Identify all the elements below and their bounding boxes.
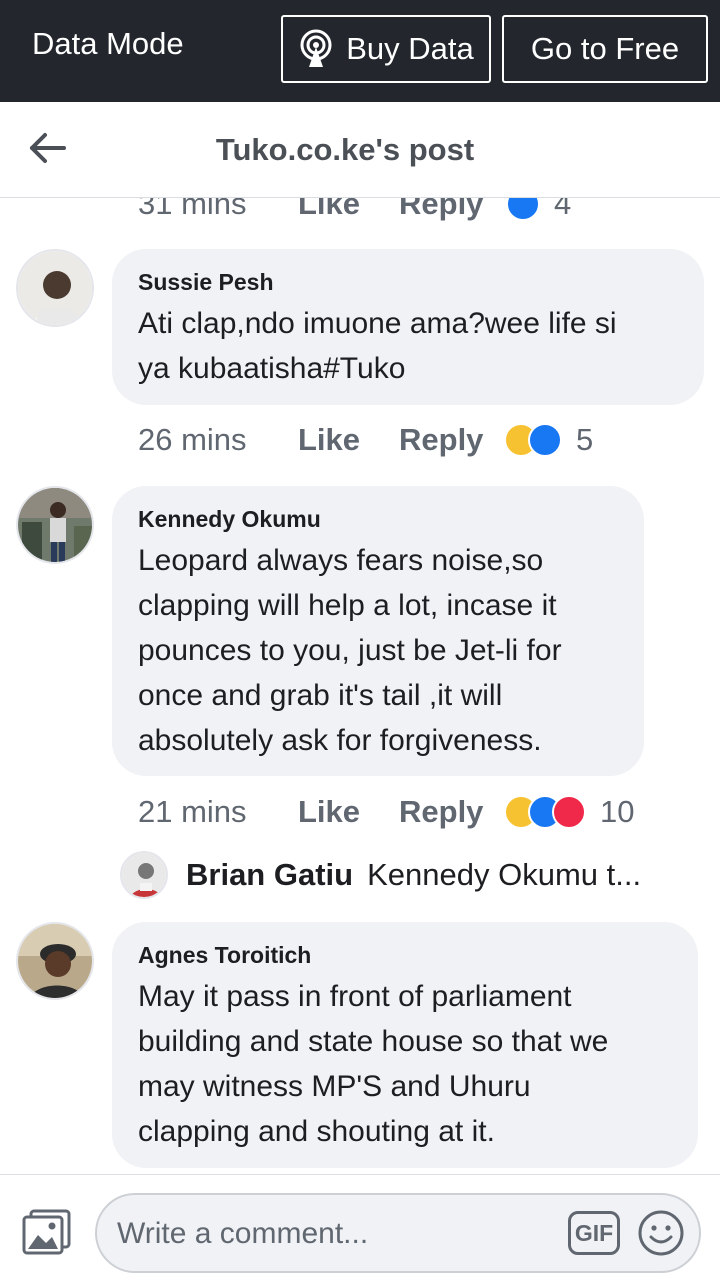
emoji-icon[interactable]: [637, 1209, 685, 1257]
commenter-name[interactable]: Agnes Toroitich: [138, 940, 672, 970]
reaction-count: 4: [554, 198, 572, 221]
comment-meta: 26 mins Like Reply 5: [138, 418, 658, 462]
commenter-name[interactable]: Sussie Pesh: [138, 267, 678, 297]
comment-line: may witness MP'S and Uhuru: [138, 1070, 531, 1103]
post-header: Tuko.co.ke's post: [0, 102, 720, 198]
page-title: Tuko.co.ke's post: [215, 132, 475, 167]
comment-line: once and grab it's tail ,it will: [138, 679, 503, 712]
comment-feed[interactable]: 31 mins Like Reply 4 Sussie Pesh Ati cla…: [0, 198, 720, 1174]
avatar[interactable]: [16, 249, 94, 327]
reply-preview[interactable]: Brian Gatiu Kennedy Okumu t...: [120, 850, 641, 900]
user-photo: [18, 924, 92, 998]
comment-bubble[interactable]: Kennedy Okumu Leopard always fears noise…: [112, 486, 644, 776]
reply-snippet: Kennedy Okumu t...: [367, 857, 642, 892]
go-to-free-button[interactable]: Go to Free: [502, 15, 708, 83]
like-reaction-icon: [528, 423, 562, 457]
user-photo: [18, 251, 92, 325]
go-to-free-label: Go to Free: [530, 31, 680, 66]
comment-bubble[interactable]: Sussie Pesh Ati clap,ndo imuone ama?wee …: [112, 249, 704, 405]
commenter-name[interactable]: Kennedy Okumu: [138, 504, 618, 534]
reaction-count: 5: [576, 422, 594, 457]
reply-author-name[interactable]: Brian Gatiu: [186, 857, 353, 893]
comment-time: 26 mins: [138, 422, 247, 457]
comment-time: 31 mins: [138, 198, 247, 221]
user-photo: [18, 488, 92, 562]
comment-line: clapping and shouting at it.: [138, 1115, 495, 1148]
reaction-summary[interactable]: 4: [506, 198, 571, 222]
comment-text: May it pass in front of parliament build…: [138, 974, 672, 1154]
avatar[interactable]: [16, 486, 94, 564]
comment-meta-partial: 31 mins Like Reply 4: [138, 198, 658, 226]
love-reaction-icon: [552, 795, 586, 829]
comment-meta: 21 mins Like Reply 10: [138, 790, 668, 834]
reaction-summary[interactable]: 10: [504, 794, 634, 830]
like-button[interactable]: Like: [298, 794, 360, 830]
comment-input-placeholder: Write a comment...: [117, 1217, 369, 1250]
data-mode-label: Data Mode: [32, 26, 184, 61]
gif-button[interactable]: GIF: [568, 1211, 620, 1255]
photo-icon[interactable]: [22, 1209, 72, 1255]
reply-button[interactable]: Reply: [399, 794, 483, 830]
comment-line: May it pass in front of parliament: [138, 980, 572, 1013]
reply-button[interactable]: Reply: [399, 198, 483, 222]
buy-data-label: Buy Data: [346, 31, 474, 66]
buy-data-button[interactable]: Buy Data: [281, 15, 491, 83]
comment-text: Ati clap,ndo imuone ama?wee life si ya k…: [138, 301, 678, 391]
reaction-count: 10: [600, 794, 635, 829]
comment-input[interactable]: Write a comment... GIF: [95, 1193, 701, 1273]
avatar[interactable]: [16, 922, 94, 1000]
comment-line: Leopard always fears noise,so: [138, 544, 544, 577]
avatar: [120, 851, 168, 899]
comment-line: pounces to you, just be Jet-li for: [138, 634, 562, 667]
like-button[interactable]: Like: [298, 422, 360, 458]
comment-composer: Write a comment... GIF: [0, 1174, 720, 1286]
reply-button[interactable]: Reply: [399, 422, 483, 458]
comment-line: Ati clap,ndo imuone ama?wee life si: [138, 307, 617, 340]
comment-line: clapping will help a lot, incase it: [138, 589, 557, 622]
comment-line: absolutely ask for forgiveness.: [138, 724, 542, 757]
reaction-summary[interactable]: 5: [504, 422, 593, 458]
user-photo: [122, 853, 166, 897]
comment-line: building and state house so that we: [138, 1025, 609, 1058]
like-button[interactable]: Like: [298, 198, 360, 222]
comment-bubble[interactable]: Agnes Toroitich May it pass in front of …: [112, 922, 698, 1168]
comment-line: ya kubaatisha#Tuko: [138, 352, 406, 385]
comment-time: 21 mins: [138, 794, 247, 829]
broadcast-icon: [300, 29, 332, 67]
comment-text: Leopard always fears noise,so clapping w…: [138, 538, 618, 763]
like-reaction-icon: [506, 198, 540, 221]
data-mode-bar: Data Mode Buy Data Go to Free: [0, 0, 720, 102]
